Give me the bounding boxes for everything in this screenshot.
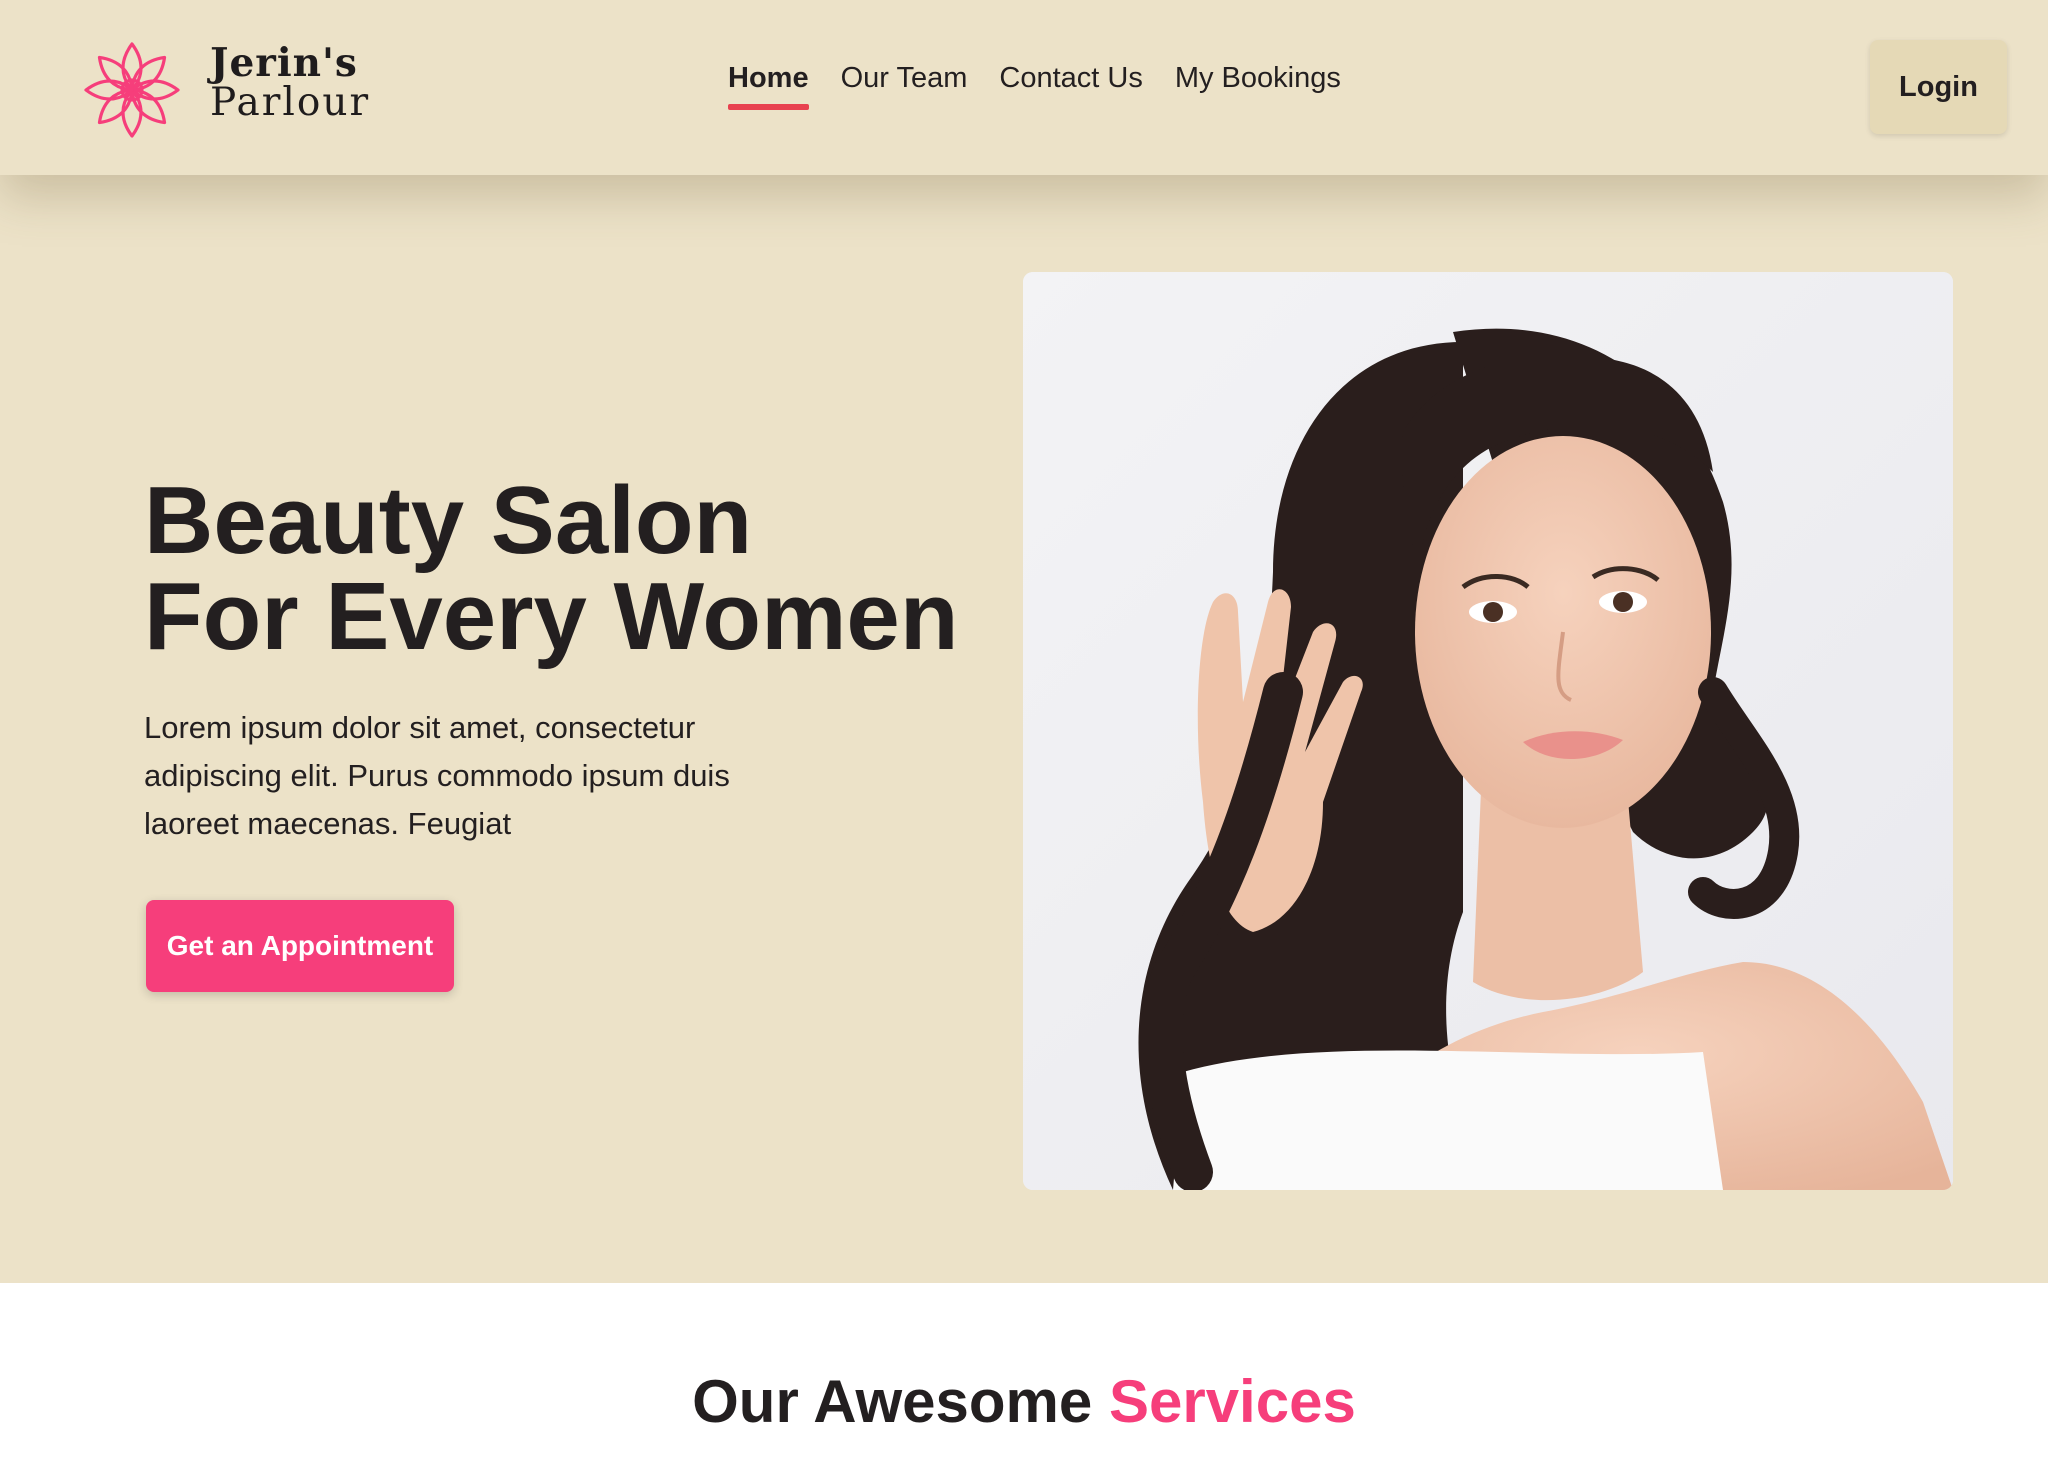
login-button[interactable]: Login	[1870, 40, 2007, 134]
services-heading-accent: Services	[1108, 1368, 1356, 1435]
services-heading-prefix: Our Awesome	[692, 1368, 1093, 1435]
nav-home[interactable]: Home	[728, 62, 809, 112]
nav-contact-us[interactable]: Contact Us	[999, 62, 1142, 112]
nav-my-bookings[interactable]: My Bookings	[1175, 62, 1341, 112]
hero-title-line-2: For Every Women	[144, 563, 959, 670]
main-nav: Home Our Team Contact Us My Bookings	[728, 62, 1341, 122]
hero-title: Beauty Salon For Every Women	[144, 473, 958, 665]
hero-description: Lorem ipsum dolor sit amet, consectetur …	[144, 710, 730, 841]
hero-image	[1023, 272, 1953, 1190]
brand-logo[interactable]: Jerin's Parlour	[72, 40, 372, 140]
hero-title-line-1: Beauty Salon	[144, 467, 753, 574]
site-header: Jerin's Parlour Home Our Team Contact Us…	[0, 0, 2048, 175]
hero-section: Beauty Salon For Every Women Lorem ipsum…	[0, 175, 2048, 1283]
services-heading: Our Awesome Services	[0, 1367, 2048, 1437]
services-section: Our Awesome Services	[0, 1283, 2048, 1472]
get-appointment-button[interactable]: Get an Appointment	[146, 900, 454, 992]
woman-portrait-illustration	[1023, 272, 1953, 1190]
brand-name-sub: Parlour	[210, 80, 371, 125]
nav-our-team[interactable]: Our Team	[841, 62, 968, 112]
lotus-flower-icon	[84, 42, 180, 138]
